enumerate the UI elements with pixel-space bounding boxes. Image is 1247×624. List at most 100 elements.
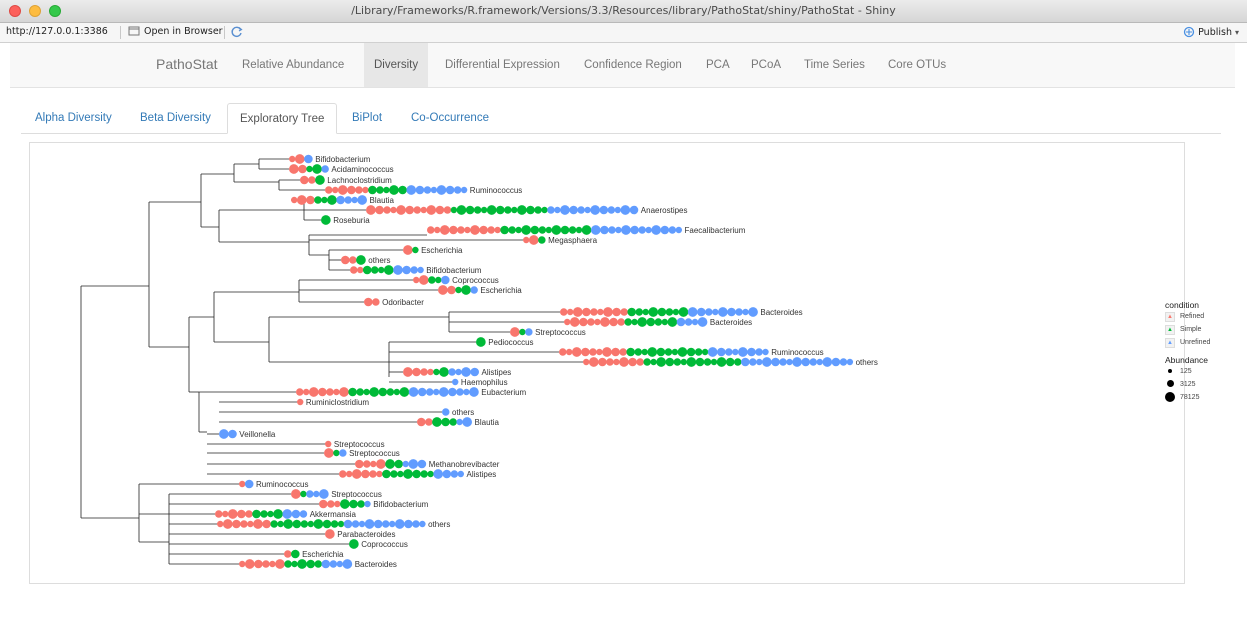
publish-button[interactable]: Publish ▾ (1183, 26, 1239, 38)
tip-label: Anaerostipes (641, 206, 688, 215)
refresh-icon[interactable] (230, 25, 244, 39)
tip-point-refined (341, 255, 350, 265)
tip-point-refined (603, 307, 613, 317)
tip-label: Eubacterium (481, 388, 526, 397)
open-in-browser-label: Open in Browser (144, 25, 223, 37)
tree-tip: Streptococcus (510, 327, 586, 337)
tree-tip: Faecalibacterium (427, 225, 746, 235)
tip-point-simple (393, 388, 400, 396)
tip-point-simple (500, 225, 509, 235)
legend-item-simple: ▲ Simple (1165, 323, 1245, 336)
tree-tip: Veillonella (219, 429, 276, 439)
tip-point-simple (383, 186, 390, 194)
tip-point-refined (528, 235, 539, 245)
tip-point-refined (339, 470, 347, 478)
tip-point-unrefined (453, 186, 462, 194)
tip-point-simple (710, 358, 718, 366)
tip-point-refined (291, 196, 298, 204)
tree-tip: Alistipes (339, 469, 496, 479)
tip-point-refined (296, 388, 304, 396)
tip-point-unrefined (615, 226, 622, 234)
tip-point-simple (695, 357, 705, 367)
tip-point-unrefined (762, 357, 772, 367)
tip-point-refined (245, 510, 253, 518)
tip-point-unrefined (433, 469, 443, 479)
tip-point-simple (252, 509, 261, 519)
tree-tip: Coprococcus (349, 539, 408, 549)
tree-tip: Haemophilus (452, 378, 508, 387)
tab-beta-diversity[interactable]: Beta Diversity (128, 103, 223, 133)
tip-point-refined (628, 357, 637, 367)
tip-point-unrefined (455, 368, 462, 376)
tip-point-simple (486, 205, 497, 215)
legend-label-125: 125 (1180, 368, 1192, 375)
nav-item-pca[interactable]: PCA (696, 43, 740, 87)
tip-point-unrefined (630, 225, 639, 235)
tip-point-unrefined (351, 520, 360, 528)
tip-point-unrefined (282, 509, 293, 519)
plot-legend: condition ▲ Refined ▲ Simple ▲ Unrefined… (1165, 300, 1245, 404)
tip-point-unrefined (313, 490, 320, 498)
nav-item-diversity[interactable]: Diversity (364, 43, 429, 87)
tip-point-simple (321, 196, 328, 204)
nav-item-differential-expression[interactable]: Differential Expression (435, 43, 570, 87)
legend-item-unrefined: ▲ Unrefined (1165, 336, 1245, 349)
tip-point-simple (284, 560, 292, 568)
tip-point-unrefined (590, 225, 601, 235)
nav-item-relative-abundance[interactable]: Relative Abundance (232, 43, 354, 87)
tip-point-simple (307, 520, 314, 528)
tip-point-simple (412, 246, 419, 254)
nav-item-confidence-region[interactable]: Confidence Region (574, 43, 692, 87)
tip-point-unrefined (426, 388, 434, 396)
top-navbar: PathoStat Relative Abundance Diversity D… (10, 43, 1235, 88)
tip-point-simple (349, 499, 358, 509)
tree-tip: Bifidobacterium (350, 265, 482, 275)
nav-item-pcoa[interactable]: PCoA (741, 43, 791, 87)
tip-point-refined (308, 387, 319, 397)
app-brand[interactable]: PathoStat (156, 56, 218, 72)
tip-point-unrefined (448, 368, 456, 376)
exploratory-tree-plot: BifidobacteriumAcidaminococcusLachnoclos… (80, 154, 878, 569)
tab-exploratory-tree[interactable]: Exploratory Tree (227, 103, 338, 134)
tip-point-simple (337, 520, 345, 528)
tip-label: Bacteroides (710, 318, 752, 327)
tip-point-unrefined (725, 348, 733, 356)
url-text[interactable]: http://127.0.0.1:3386 (6, 26, 108, 37)
tip-point-unrefined (691, 318, 699, 326)
tip-point-simple (399, 387, 410, 397)
tab-biplot[interactable]: BiPlot (340, 103, 394, 133)
tip-point-simple (664, 348, 673, 356)
tip-point-refined (564, 318, 571, 326)
tip-point-refined (244, 559, 255, 569)
tip-point-refined (333, 388, 340, 396)
tip-point-simple (283, 519, 293, 529)
tip-point-refined (300, 175, 309, 185)
tip-point-unrefined (809, 358, 817, 366)
tab-co-occurrence[interactable]: Co-Occurrence (399, 103, 501, 133)
tip-point-simple (371, 266, 379, 274)
tip-point-simple (654, 318, 663, 326)
tip-point-simple (439, 367, 449, 377)
tip-point-simple (397, 470, 404, 478)
tip-point-refined (449, 225, 458, 235)
tip-point-simple (427, 470, 434, 478)
nav-item-core-otus[interactable]: Core OTUs (878, 43, 956, 87)
tip-point-unrefined (707, 347, 718, 357)
tip-point-simple (667, 317, 678, 327)
tip-point-refined (222, 510, 229, 518)
tip-point-refined (569, 317, 580, 327)
tip-point-simple (673, 358, 682, 366)
tip-point-refined (396, 205, 406, 215)
tip-point-simple (322, 519, 332, 529)
tip-point-simple (333, 449, 340, 457)
tip-label: Ruminiclostridium (306, 398, 369, 407)
nav-item-time-series[interactable]: Time Series (794, 43, 875, 87)
open-in-browser-button[interactable]: Open in Browser (128, 25, 223, 37)
tip-point-unrefined (547, 206, 555, 214)
tip-point-refined (588, 357, 599, 367)
tip-label: Alistipes (482, 368, 512, 377)
tree-tip: Alistipes (403, 367, 511, 377)
tab-alpha-diversity[interactable]: Alpha Diversity (23, 103, 124, 133)
tip-point-simple (568, 226, 577, 234)
tip-point-simple (362, 265, 372, 275)
